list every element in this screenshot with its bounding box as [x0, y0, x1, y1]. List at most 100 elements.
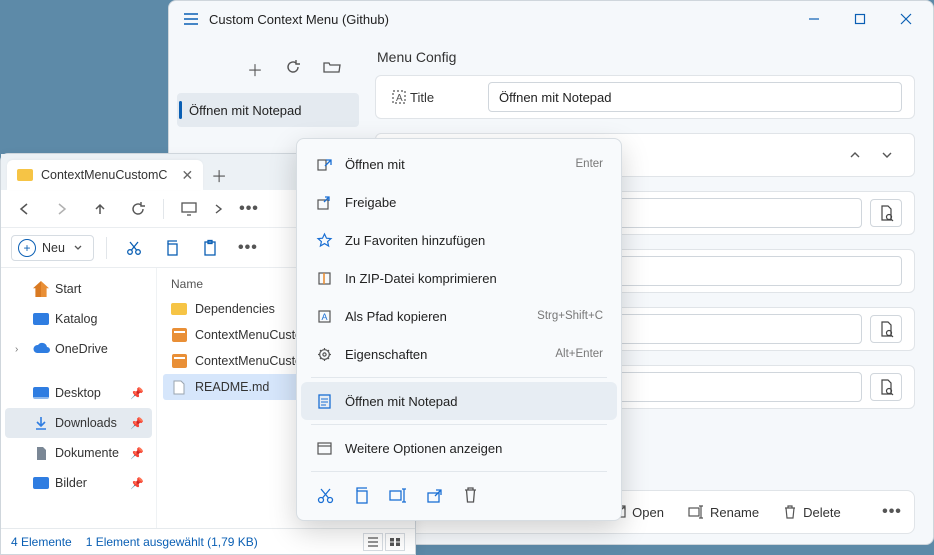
- status-selection: 1 Element ausgewählt (1,79 KB): [86, 535, 258, 549]
- cm-copy-path[interactable]: A Als Pfad kopieren Strg+Shift+C: [301, 297, 617, 335]
- sidebar-item-notepad[interactable]: Öffnen mit Notepad: [177, 93, 359, 127]
- share-icon[interactable]: [427, 488, 443, 503]
- cm-zip[interactable]: In ZIP-Datei komprimieren: [301, 259, 617, 297]
- cut-icon[interactable]: [317, 487, 334, 504]
- delete-button[interactable]: Delete: [775, 501, 849, 524]
- browse-file-icon[interactable]: [870, 315, 902, 343]
- document-icon: [33, 445, 49, 461]
- open-with-icon: [315, 157, 333, 172]
- cm-more-options[interactable]: Weitere Optionen anzeigen: [301, 429, 617, 467]
- tab-label: ContextMenuCustomC: [41, 168, 167, 182]
- zip-icon: [315, 271, 333, 286]
- app-icon: [171, 353, 187, 369]
- tree-start[interactable]: Start: [5, 274, 152, 304]
- pin-icon: 📌: [130, 387, 144, 400]
- breadcrumb-chevron-icon[interactable]: [210, 194, 228, 224]
- view-details-button[interactable]: [363, 533, 383, 551]
- cloud-icon: [33, 341, 49, 357]
- rename-button[interactable]: Rename: [680, 501, 767, 524]
- copy-icon[interactable]: [157, 234, 187, 262]
- copy-path-icon: A: [315, 309, 333, 324]
- browse-file-icon[interactable]: [870, 199, 902, 227]
- hamburger-icon[interactable]: [173, 1, 209, 37]
- explorer-statusbar: 4 Elemente 1 Element ausgewählt (1,79 KB…: [1, 528, 415, 554]
- chevron-down-icon[interactable]: [872, 141, 902, 169]
- explorer-tree: Start Katalog ›OneDrive Desktop📌 Downloa…: [1, 268, 157, 528]
- separator: [311, 424, 607, 425]
- section-label: Menu Config: [377, 49, 915, 65]
- cm-properties[interactable]: Eigenschaften Alt+Enter: [301, 335, 617, 373]
- home-icon: [33, 281, 49, 297]
- paste-icon[interactable]: [195, 234, 225, 262]
- new-button[interactable]: + Neu: [11, 235, 94, 261]
- folder-icon: [17, 169, 33, 181]
- more-button[interactable]: •••: [878, 503, 906, 521]
- more-nav-button[interactable]: •••: [232, 194, 266, 224]
- ccm-titlebar: Custom Context Menu (Github): [169, 1, 933, 37]
- chevron-up-icon[interactable]: [840, 141, 870, 169]
- desktop-icon: [33, 387, 49, 399]
- delete-icon[interactable]: [463, 487, 478, 503]
- title-row: A Title: [375, 75, 915, 119]
- tree-katalog[interactable]: Katalog: [5, 304, 152, 334]
- more-options-icon: [315, 441, 333, 456]
- tree-downloads[interactable]: Downloads📌: [5, 408, 152, 438]
- katalog-icon: [33, 313, 49, 325]
- cm-share[interactable]: Freigabe: [301, 183, 617, 221]
- status-count: 4 Elemente: [11, 535, 72, 549]
- download-icon: [33, 415, 49, 431]
- shortcut-hint: Strg+Shift+C: [537, 310, 603, 322]
- more-cmd-button[interactable]: •••: [233, 234, 263, 262]
- view-icons-button[interactable]: [385, 533, 405, 551]
- pin-icon: 📌: [130, 477, 144, 490]
- tab-close-icon[interactable]: ✕: [181, 167, 193, 184]
- maximize-button[interactable]: [837, 1, 883, 37]
- tree-onedrive[interactable]: ›OneDrive: [5, 334, 152, 364]
- folder-icon: [171, 303, 187, 315]
- separator: [311, 377, 607, 378]
- tree-dokumente[interactable]: Dokumente📌: [5, 438, 152, 468]
- explorer-tab[interactable]: ContextMenuCustomC ✕: [7, 160, 203, 190]
- notepad-icon: [315, 394, 333, 409]
- star-icon: [315, 233, 333, 248]
- cm-open-notepad[interactable]: Öffnen mit Notepad: [301, 382, 617, 420]
- cm-bottom-actions: [301, 476, 617, 514]
- svg-text:A: A: [321, 312, 327, 322]
- browse-file-icon[interactable]: [870, 373, 902, 401]
- rename-icon[interactable]: [389, 488, 407, 503]
- new-tab-button[interactable]: ＋: [203, 160, 235, 190]
- app-title: Custom Context Menu (Github): [209, 12, 389, 27]
- copy-icon[interactable]: [354, 487, 369, 504]
- context-menu: Öffnen mit Enter Freigabe Zu Favoriten h…: [296, 138, 622, 521]
- separator: [311, 471, 607, 472]
- back-button[interactable]: [7, 194, 41, 224]
- minimize-button[interactable]: [791, 1, 837, 37]
- sidebar-item-label: Öffnen mit Notepad: [189, 103, 302, 118]
- refresh-button[interactable]: [121, 194, 155, 224]
- app-icon: [171, 327, 187, 343]
- gear-icon: [315, 347, 333, 362]
- svg-text:A: A: [396, 93, 403, 104]
- file-icon: [171, 379, 187, 395]
- forward-button[interactable]: [45, 194, 79, 224]
- tree-bilder[interactable]: Bilder📌: [5, 468, 152, 498]
- refresh-icon[interactable]: [285, 59, 301, 80]
- shortcut-hint: Enter: [576, 158, 604, 170]
- tree-desktop[interactable]: Desktop📌: [5, 378, 152, 408]
- shortcut-hint: Alt+Enter: [555, 348, 603, 360]
- close-button[interactable]: [883, 1, 929, 37]
- cm-open-with[interactable]: Öffnen mit Enter: [301, 145, 617, 183]
- plus-circle-icon: +: [18, 239, 36, 257]
- monitor-icon[interactable]: [172, 194, 206, 224]
- cm-favorite[interactable]: Zu Favoriten hinzufügen: [301, 221, 617, 259]
- cut-icon[interactable]: [119, 234, 149, 262]
- pin-icon: 📌: [130, 417, 144, 430]
- pictures-icon: [33, 477, 49, 489]
- pin-icon: 📌: [130, 447, 144, 460]
- add-icon[interactable]: ＋: [247, 57, 263, 81]
- folder-open-icon[interactable]: [323, 60, 341, 79]
- share-icon: [315, 195, 333, 210]
- title-input[interactable]: [488, 82, 902, 112]
- up-button[interactable]: [83, 194, 117, 224]
- title-icon: A: [388, 89, 410, 105]
